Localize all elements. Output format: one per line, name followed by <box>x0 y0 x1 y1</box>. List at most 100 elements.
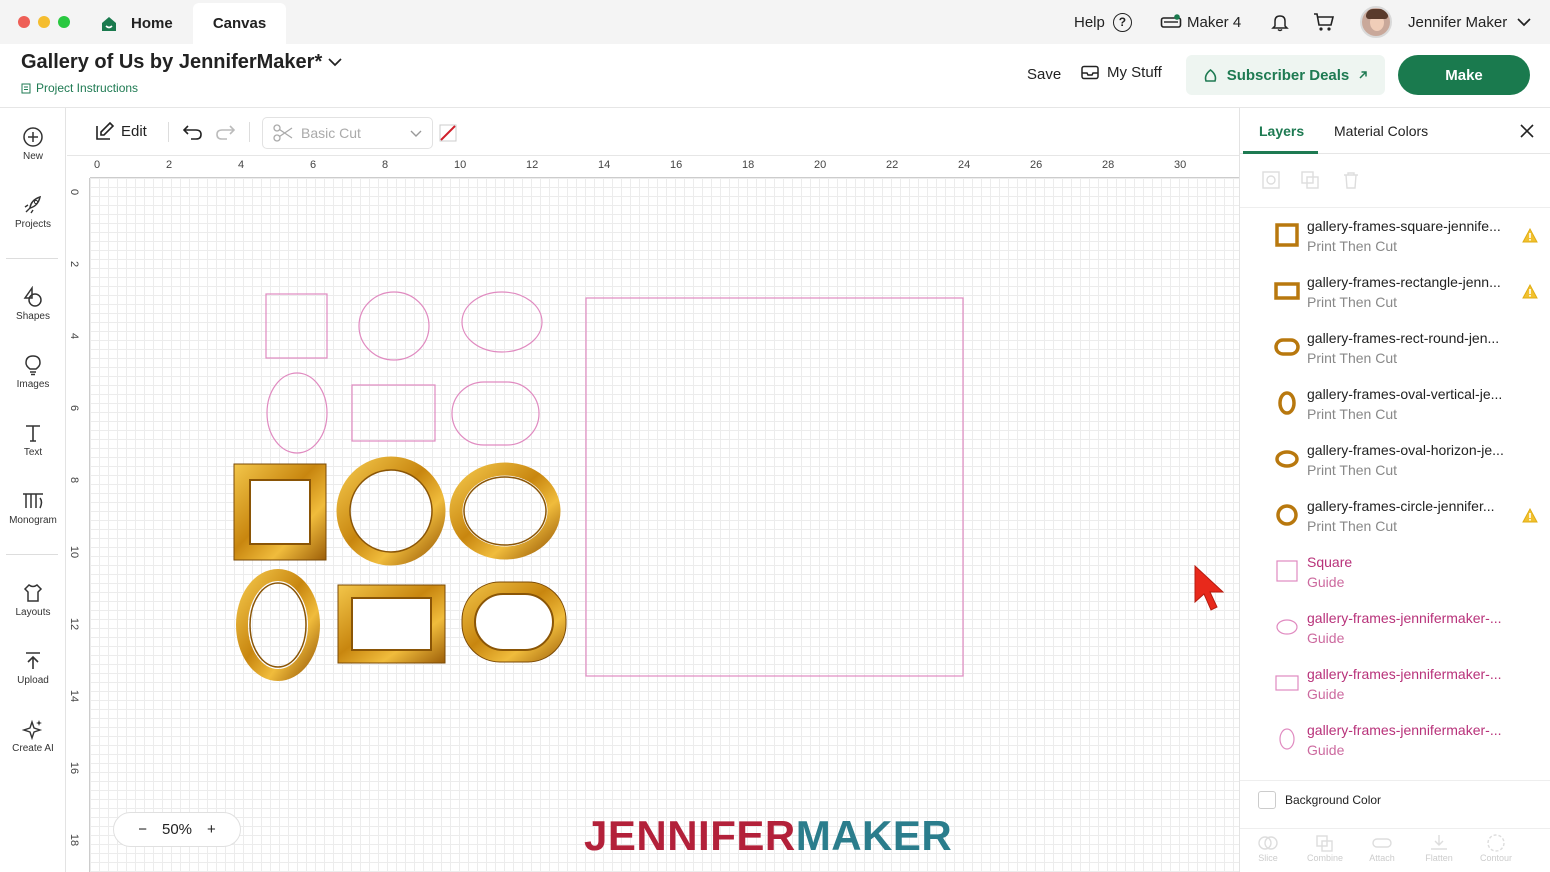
duplicate-icon[interactable] <box>1300 170 1320 190</box>
machine-button[interactable]: Maker 4 <box>1160 0 1241 44</box>
subscriber-deals-button[interactable]: Subscriber Deals <box>1186 55 1385 95</box>
undo-icon[interactable] <box>183 124 203 140</box>
attach-button[interactable]: Attach <box>1357 833 1407 863</box>
sidebar-item-label: Layouts <box>15 607 51 618</box>
layer-row[interactable]: gallery-frames-jennifermaker-... Guide <box>1240 658 1550 714</box>
project-instructions-link[interactable]: Project Instructions <box>21 81 138 95</box>
project-title-dropdown[interactable]: Gallery of Us by JenniferMaker* <box>21 51 342 74</box>
combine-button[interactable]: Combine <box>1300 833 1350 863</box>
guide-square[interactable] <box>265 293 328 359</box>
close-window-button[interactable] <box>18 16 30 28</box>
save-button[interactable]: Save <box>1027 66 1061 83</box>
frame-oval-vertical-gold[interactable] <box>236 569 320 681</box>
layers-panel: Layers Material Colors gallery-frames-sq… <box>1239 108 1550 872</box>
cart-button[interactable] <box>1313 0 1335 44</box>
my-stuff-button[interactable]: My Stuff <box>1081 64 1162 81</box>
sidebar-item-new[interactable]: New <box>0 126 66 162</box>
redo-icon[interactable] <box>215 124 235 140</box>
sidebar-item-create-ai[interactable]: Create AI <box>0 718 66 754</box>
guide-rectangle[interactable] <box>351 384 436 442</box>
sidebar-item-label: Images <box>16 379 50 390</box>
close-icon[interactable] <box>1519 123 1535 139</box>
jennifermaker-watermark: JENNIFERMAKER <box>584 812 952 860</box>
layer-row[interactable]: gallery-frames-rectangle-jenn... Print Th… <box>1240 266 1550 322</box>
layer-name: gallery-frames-rectangle-jenn... <box>1307 274 1501 290</box>
user-menu[interactable]: Jennifer Maker <box>1360 0 1531 44</box>
guide-oval-vertical[interactable] <box>266 372 328 454</box>
frame-oval-horizontal-gold[interactable] <box>449 462 561 560</box>
sidebar-item-layouts[interactable]: Layouts <box>0 582 66 618</box>
warning-icon[interactable] <box>1522 228 1538 243</box>
guide-circle[interactable] <box>358 291 430 361</box>
layer-row[interactable]: gallery-frames-oval-horizon-je... Print T… <box>1240 434 1550 490</box>
frame-rect-round-gold[interactable] <box>461 581 567 663</box>
layer-row[interactable]: gallery-frames-circle-jennifer... Print T… <box>1240 490 1550 546</box>
user-name: Jennifer Maker <box>1408 13 1508 31</box>
slice-icon <box>1258 836 1278 850</box>
tab-layers[interactable]: Layers <box>1259 123 1304 139</box>
canvas-artwork <box>233 291 964 681</box>
layer-thumbnail <box>1274 334 1300 360</box>
layer-thumbnail <box>1274 614 1300 640</box>
layer-row[interactable]: gallery-frames-jennifermaker-... Guide <box>1240 602 1550 658</box>
layer-type: Print Then Cut <box>1307 294 1398 310</box>
tab-canvas[interactable]: Canvas <box>193 3 286 44</box>
contour-label: Contour <box>1479 853 1513 863</box>
toolbar-divider <box>249 122 250 142</box>
help-button[interactable]: Help ? <box>1074 0 1132 44</box>
sidebar-item-images[interactable]: Images <box>0 354 66 390</box>
edit-button[interactable]: Edit <box>95 121 147 141</box>
layer-row[interactable]: Square Guide <box>1240 546 1550 602</box>
frame-circle-gold[interactable] <box>336 456 446 566</box>
contour-button[interactable]: Contour <box>1471 833 1521 863</box>
layer-row[interactable]: gallery-frames-oval-vertical-je... Print … <box>1240 378 1550 434</box>
notifications-button[interactable] <box>1270 0 1290 44</box>
sidebar-item-shapes[interactable]: Shapes <box>0 286 66 322</box>
upload-icon <box>26 652 40 669</box>
minimize-window-button[interactable] <box>38 16 50 28</box>
contour-icon <box>1487 834 1505 852</box>
layer-name: gallery-frames-jennifermaker-... <box>1307 666 1502 682</box>
sidebar-item-text[interactable]: Text <box>0 422 66 458</box>
layer-thumbnail <box>1274 502 1300 528</box>
layer-row[interactable]: gallery-frames-jennifermaker-... Guide <box>1240 714 1550 770</box>
slice-button[interactable]: Slice <box>1243 833 1293 863</box>
tab-material-colors[interactable]: Material Colors <box>1334 123 1428 139</box>
delete-icon[interactable] <box>1341 170 1361 190</box>
warning-icon[interactable] <box>1522 284 1538 299</box>
warning-icon[interactable] <box>1522 508 1538 523</box>
background-color-label: Background Color <box>1285 793 1382 807</box>
layer-actions <box>1240 154 1550 208</box>
frame-rectangle-gold[interactable] <box>337 584 446 664</box>
guide-large-square[interactable] <box>585 297 964 677</box>
layer-type: Print Then Cut <box>1307 350 1398 366</box>
operation-select[interactable]: Basic Cut <box>262 117 433 149</box>
zoom-out-button[interactable]: − <box>138 821 147 838</box>
make-button[interactable]: Make <box>1398 55 1530 95</box>
background-color-row: Background Color <box>1240 780 1550 828</box>
project-title: Gallery of Us by JenniferMaker* <box>21 51 323 73</box>
sidebar-item-projects[interactable]: Projects <box>0 194 66 230</box>
help-icon: ? <box>1112 12 1132 32</box>
tab-home[interactable]: Home <box>100 3 173 44</box>
toolbar-divider <box>168 122 169 142</box>
frame-square-gold[interactable] <box>233 463 327 561</box>
layer-row[interactable]: gallery-frames-rect-round-jen... Print Th… <box>1240 322 1550 378</box>
flatten-button[interactable]: Flatten <box>1414 833 1464 863</box>
combine-icon <box>1316 835 1333 852</box>
combine-label: Combine <box>1306 853 1344 863</box>
group-icon[interactable] <box>1261 170 1281 190</box>
maximize-window-button[interactable] <box>58 16 70 28</box>
tab-home-label: Home <box>131 15 173 32</box>
design-canvas[interactable]: 0 2 4 6 8 10 12 14 16 18 20 22 24 26 28 … <box>67 156 1239 872</box>
sidebar-item-monogram[interactable]: Monogram <box>0 490 66 526</box>
background-color-swatch[interactable] <box>1258 791 1276 809</box>
sidebar-item-upload[interactable]: Upload <box>0 650 66 686</box>
window-titlebar: Home Canvas Help ? Maker 4 Jennifer Make… <box>0 0 1550 44</box>
guide-oval-horizontal[interactable] <box>461 291 543 353</box>
zoom-in-button[interactable]: + <box>207 821 216 838</box>
layer-row[interactable]: gallery-frames-square-jennife... Print Th… <box>1240 210 1550 266</box>
text-icon <box>26 425 40 442</box>
color-swatch-none-icon[interactable] <box>439 124 457 142</box>
guide-rect-round[interactable] <box>451 381 540 446</box>
